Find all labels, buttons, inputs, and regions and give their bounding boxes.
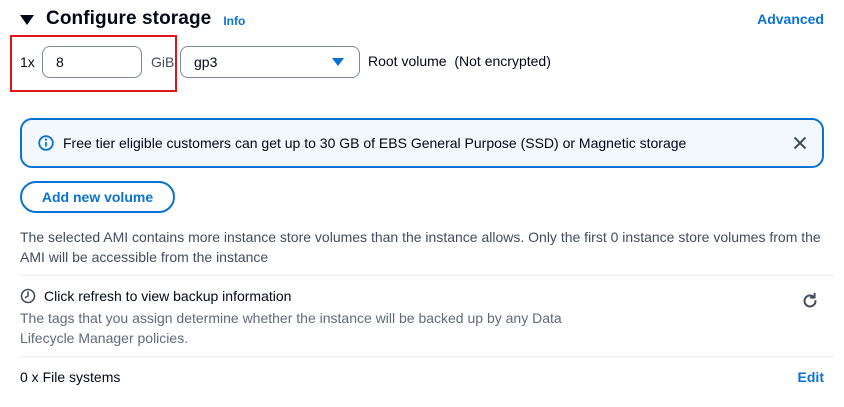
backup-info-row: Click refresh to view backup information xyxy=(20,288,291,304)
size-unit-label: GiB xyxy=(151,54,175,70)
volume-count-prefix: 1x xyxy=(20,54,35,70)
advanced-link[interactable]: Advanced xyxy=(757,11,824,27)
alert-text: Free tier eligible customers can get up … xyxy=(63,135,687,151)
file-systems-label: 0 x File systems xyxy=(20,369,121,385)
info-circle-icon xyxy=(38,135,54,151)
dropdown-arrow-icon xyxy=(332,58,344,66)
divider xyxy=(20,356,834,357)
clock-icon xyxy=(20,288,36,304)
edit-file-systems-link[interactable]: Edit xyxy=(798,369,824,385)
root-volume-label: Root volume (Not encrypted) xyxy=(368,53,551,69)
backup-description: The tags that you assign determine wheth… xyxy=(20,310,562,346)
close-icon[interactable] xyxy=(792,135,808,151)
volume-size-input[interactable] xyxy=(42,46,142,78)
backup-title: Click refresh to view backup information xyxy=(44,288,292,304)
caret-down-icon[interactable] xyxy=(20,15,34,25)
volume-type-value: gp3 xyxy=(194,54,218,70)
free-tier-alert: Free tier eligible customers can get up … xyxy=(20,118,824,168)
ami-instance-store-note: The selected AMI contains more instance … xyxy=(20,229,821,265)
refresh-icon[interactable] xyxy=(801,292,819,310)
volume-type-select[interactable]: gp3 xyxy=(180,46,360,78)
divider xyxy=(20,275,834,276)
section-title: Configure storage xyxy=(46,8,212,29)
add-new-volume-button[interactable]: Add new volume xyxy=(20,181,175,213)
section-header: Configure storage Info xyxy=(20,6,245,32)
info-link[interactable]: Info xyxy=(223,14,245,28)
